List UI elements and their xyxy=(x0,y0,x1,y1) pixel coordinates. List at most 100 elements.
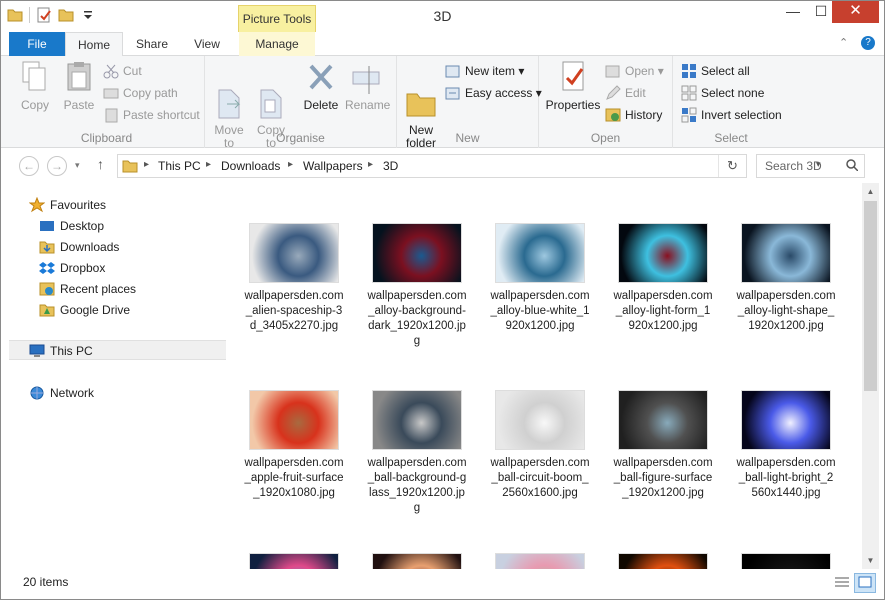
file-item[interactable]: wallpapersden.com_ball-light-bright_2560… xyxy=(736,390,836,501)
minimize-button[interactable]: — xyxy=(779,1,807,23)
new-item-button[interactable]: New item ▾ xyxy=(445,61,524,81)
copy-button[interactable]: Copy xyxy=(15,60,55,112)
file-item[interactable] xyxy=(736,553,836,569)
vertical-scrollbar[interactable]: ▲ ▼ xyxy=(862,183,879,569)
file-item[interactable]: wallpapersden.com_alloy-blue-white_1920x… xyxy=(490,223,590,334)
delete-label: Delete xyxy=(303,98,339,112)
breadcrumb-separator[interactable]: ▸ xyxy=(368,159,373,170)
tab-home[interactable]: Home xyxy=(65,32,123,57)
file-item[interactable]: wallpapersden.com_alloy-background-dark_… xyxy=(367,223,467,349)
rename-button[interactable]: Rename xyxy=(345,60,391,112)
delete-button[interactable]: Delete xyxy=(299,60,343,112)
back-button[interactable]: ← xyxy=(19,156,39,176)
file-thumbnail xyxy=(495,223,585,283)
status-bar: 20 items xyxy=(1,569,884,599)
open-group: Properties Open ▾ Edit History Open xyxy=(539,56,673,148)
cut-button[interactable]: Cut xyxy=(103,61,142,81)
history-button[interactable]: History xyxy=(605,105,662,125)
paste-shortcut-button[interactable]: Paste shortcut xyxy=(103,105,200,125)
tab-view[interactable]: View xyxy=(181,32,233,56)
tab-share[interactable]: Share xyxy=(125,32,179,56)
breadcrumb-this-pc[interactable]: This PC xyxy=(158,159,201,173)
nav-network[interactable]: Network xyxy=(29,383,94,403)
invert-selection-button[interactable]: Invert selection xyxy=(681,105,782,125)
explorer-window: Picture Tools 3D — ☐ ✕ File Home Share V… xyxy=(0,0,885,600)
breadcrumb-separator[interactable]: ▸ xyxy=(144,159,149,170)
scroll-thumb[interactable] xyxy=(864,201,877,391)
details-view-icon[interactable] xyxy=(831,573,853,593)
file-item[interactable]: wallpapersden.com_alloy-light-shape_1920… xyxy=(736,223,836,334)
recent-locations-icon[interactable]: ▾ xyxy=(75,160,80,171)
window-title: 3D xyxy=(433,8,452,24)
file-item[interactable]: wallpapersden.com_alloy-light-form_1920x… xyxy=(613,223,713,334)
nav-this-pc[interactable]: This PC xyxy=(9,340,226,360)
breadcrumb-separator[interactable]: ▸ xyxy=(206,159,211,170)
file-item[interactable] xyxy=(244,553,344,569)
maximize-button[interactable]: ☐ xyxy=(807,1,835,23)
breadcrumb-wallpapers[interactable]: Wallpapers xyxy=(303,159,363,173)
desktop-icon xyxy=(39,218,55,234)
search-input[interactable]: Search 3D xyxy=(756,154,865,178)
file-view[interactable]: wallpapersden.com_alien-spaceship-3d_340… xyxy=(232,183,862,569)
new-folder-icon xyxy=(405,73,437,117)
forward-button[interactable]: → xyxy=(47,156,67,176)
nav-dropbox[interactable]: Dropbox xyxy=(39,258,105,278)
file-item[interactable]: wallpapersden.com_alien-spaceship-3d_340… xyxy=(244,223,344,334)
nav-recent-places[interactable]: Recent places xyxy=(39,279,136,299)
properties-label: Properties xyxy=(545,98,601,112)
file-item[interactable]: wallpapersden.com_ball-figure-surface_19… xyxy=(613,390,713,501)
select-all-icon xyxy=(681,63,697,79)
breadcrumb-3d[interactable]: 3D xyxy=(383,159,398,173)
file-item[interactable] xyxy=(613,553,713,569)
copy-to-button[interactable]: Copy to xyxy=(251,60,291,163)
star-icon xyxy=(28,196,46,213)
easy-access-button[interactable]: Easy access ▾ xyxy=(445,83,542,103)
refresh-button[interactable]: ↻ xyxy=(718,155,746,177)
file-item[interactable] xyxy=(367,553,467,569)
tab-file[interactable]: File xyxy=(9,32,65,56)
edit-label: Edit xyxy=(625,86,646,100)
nav-downloads-label: Downloads xyxy=(60,240,120,254)
minimize-ribbon-icon[interactable]: ⌃ xyxy=(839,36,848,49)
move-to-button[interactable]: Move to xyxy=(209,60,249,163)
scroll-up-arrow[interactable]: ▲ xyxy=(862,183,879,200)
tab-manage[interactable]: Manage xyxy=(239,32,315,56)
nav-desktop[interactable]: Desktop xyxy=(39,216,104,236)
address-bar[interactable]: ▸ This PC ▸ Downloads ▸ Wallpapers ▸ 3D … xyxy=(117,154,821,178)
scroll-down-arrow[interactable]: ▼ xyxy=(862,552,879,569)
paste-button[interactable]: Paste xyxy=(59,60,99,112)
new-folder-button[interactable]: New folder xyxy=(401,60,441,163)
network-icon xyxy=(29,385,45,401)
nav-google-drive[interactable]: Google Drive xyxy=(39,300,130,320)
breadcrumb-separator[interactable]: ▸ xyxy=(288,159,293,170)
select-none-button[interactable]: Select none xyxy=(681,83,764,103)
nav-google-drive-label: Google Drive xyxy=(60,303,131,317)
file-item[interactable]: wallpapersden.com_ball-background-glass_… xyxy=(367,390,467,516)
nav-favourites[interactable]: Favourites xyxy=(28,195,106,215)
properties-button[interactable]: Properties xyxy=(543,60,603,112)
file-item[interactable]: wallpapersden.com_ball-circuit-boom_2560… xyxy=(490,390,590,501)
select-all-button[interactable]: Select all xyxy=(681,61,750,81)
file-thumbnail xyxy=(618,223,708,283)
edit-button[interactable]: Edit xyxy=(605,83,646,103)
file-item[interactable] xyxy=(490,553,590,569)
rename-label: Rename xyxy=(345,98,391,112)
select-group: Select all Select none Invert selection … xyxy=(673,56,789,148)
new-group-label: New xyxy=(455,131,480,145)
open-button[interactable]: Open ▾ xyxy=(605,61,664,81)
file-name: wallpapersden.com_alloy-background-dark_… xyxy=(367,290,467,347)
open-label: Open ▾ xyxy=(625,64,664,78)
nav-downloads[interactable]: Downloads xyxy=(39,237,119,257)
breadcrumb-downloads[interactable]: Downloads xyxy=(221,159,280,173)
close-button[interactable]: ✕ xyxy=(832,1,879,23)
nav-dropbox-label: Dropbox xyxy=(60,261,106,275)
file-name: wallpapersden.com_alloy-light-shape_1920… xyxy=(736,290,836,332)
file-thumbnail xyxy=(372,390,462,450)
file-name: wallpapersden.com_alloy-light-form_1920x… xyxy=(613,290,713,332)
large-icons-view-icon[interactable] xyxy=(854,573,876,593)
clipboard-group-label: Clipboard xyxy=(80,131,133,145)
help-icon[interactable]: ? xyxy=(861,36,875,50)
up-button[interactable]: ↑ xyxy=(97,156,104,172)
file-item[interactable]: wallpapersden.com_apple-fruit-surface_19… xyxy=(244,390,344,501)
copy-path-button[interactable]: Copy path xyxy=(103,83,178,103)
